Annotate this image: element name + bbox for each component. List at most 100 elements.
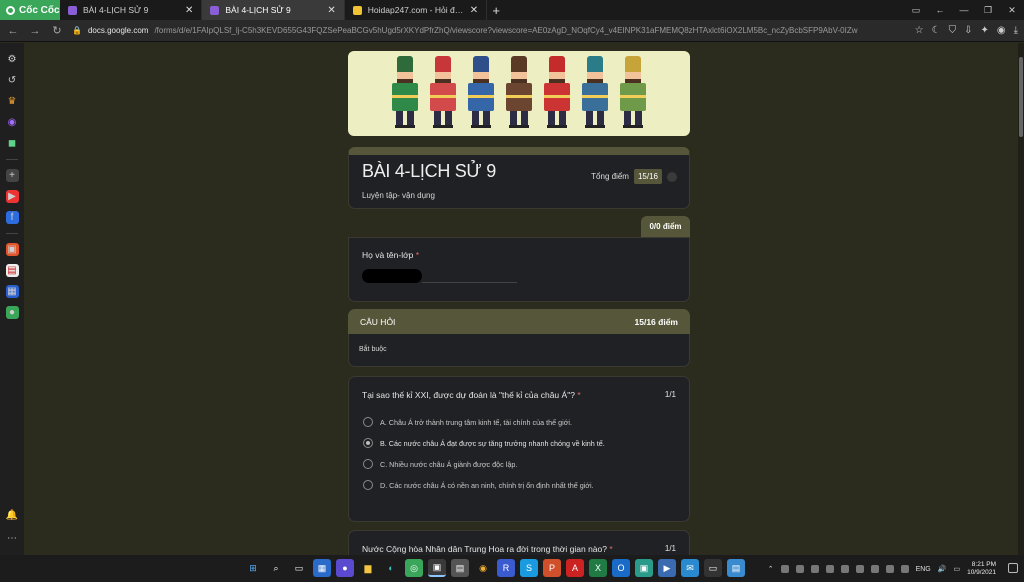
- youtube-icon[interactable]: ▶: [5, 190, 19, 203]
- tray-app-icon[interactable]: [855, 565, 864, 573]
- start-windows-icon[interactable]: ⊞: [244, 559, 262, 577]
- edge-icon[interactable]: ◐: [382, 559, 400, 577]
- option-d[interactable]: D. Các nước châu Á có nền an ninh, chính…: [363, 480, 676, 490]
- address-bar: ← → ↻ 🔒 docs.google.com/forms/d/e/1FAIpQ…: [0, 20, 1024, 42]
- radio-button[interactable]: [363, 459, 373, 469]
- media-icon[interactable]: ▶: [658, 559, 676, 577]
- tab-2[interactable]: BÀI 4-LỊCH SỬ 9 ✕: [202, 0, 345, 20]
- name-question-text: Họ và tên-lớp: [362, 250, 414, 260]
- section-header: CÂU HỎI 15/16 điểm: [348, 309, 690, 334]
- shield-icon[interactable]: ⛉: [949, 25, 957, 36]
- minimize-button[interactable]: —: [952, 5, 976, 15]
- vtv-app-icon[interactable]: ▤: [5, 264, 19, 277]
- tray-app-icon[interactable]: [885, 565, 894, 573]
- tab-3[interactable]: Hoidap247.com - Hỏi đáp bài ✕: [345, 0, 488, 20]
- widgets-icon[interactable]: ▦: [313, 559, 331, 577]
- radio-button[interactable]: [363, 417, 373, 427]
- terminal-icon[interactable]: ▭: [704, 559, 722, 577]
- new-tab-button[interactable]: +: [487, 3, 505, 18]
- screenshot-icon[interactable]: ▭: [904, 5, 928, 16]
- tray-app-icon[interactable]: [780, 565, 789, 573]
- outlook-icon[interactable]: O: [612, 559, 630, 577]
- tray-app-icon[interactable]: [825, 565, 834, 573]
- photos-icon[interactable]: ▣: [635, 559, 653, 577]
- download-video-icon[interactable]: ⇩: [964, 25, 972, 36]
- notification-bell-icon[interactable]: 🔔: [6, 509, 19, 522]
- option-label: D. Các nước châu Á có nền an ninh, chính…: [380, 480, 594, 490]
- game-controller-icon[interactable]: ◼: [6, 137, 19, 150]
- nutcracker-soldier-illustration: [506, 56, 532, 132]
- news-app-icon[interactable]: ▣: [5, 243, 19, 256]
- url-field[interactable]: 🔒 docs.google.com/forms/d/e/1FAIpQLSf_lj…: [72, 23, 907, 39]
- chat-icon[interactable]: ●: [336, 559, 354, 577]
- notepad-icon[interactable]: ▤: [727, 559, 745, 577]
- reload-button[interactable]: ↻: [50, 24, 64, 38]
- dictionary-app-icon[interactable]: ▦: [5, 285, 19, 298]
- back-button[interactable]: ←: [6, 24, 20, 38]
- task-view-icon[interactable]: ▭: [290, 559, 308, 577]
- required-mark: *: [577, 390, 581, 400]
- volume-icon[interactable]: 🔊: [938, 565, 947, 573]
- tray-app-icon[interactable]: [810, 565, 819, 573]
- maximize-button[interactable]: ❐: [976, 5, 1000, 16]
- option-a[interactable]: A. Châu Á trở thành trung tâm kinh tế, t…: [363, 417, 676, 427]
- tray-overflow-icon[interactable]: ⌃: [768, 565, 774, 573]
- dark-mode-icon[interactable]: ☾: [932, 25, 941, 36]
- sidebar-bottom: 🔔 ⋯: [6, 509, 19, 545]
- messenger-icon[interactable]: ◉: [6, 116, 19, 129]
- nutcracker-soldier-illustration: [392, 56, 418, 132]
- profile-avatar-icon[interactable]: ◉: [997, 25, 1006, 36]
- crown-icon[interactable]: ♛: [6, 95, 19, 108]
- calculator-icon[interactable]: ▤: [451, 559, 469, 577]
- tray-app-icon[interactable]: [840, 565, 849, 573]
- facebook-icon[interactable]: f: [5, 211, 19, 224]
- history-icon[interactable]: ↺: [6, 74, 19, 87]
- close-tab-icon[interactable]: ✕: [327, 5, 335, 16]
- sidebar-divider: [6, 159, 18, 160]
- close-tab-icon[interactable]: ✕: [470, 5, 478, 16]
- question-card-1: Tại sao thế kỉ XXI, được dự đoán là "thế…: [348, 376, 690, 522]
- settings-gear-icon[interactable]: ⚙: [6, 53, 19, 66]
- pdf-icon[interactable]: A: [566, 559, 584, 577]
- radio-button-selected[interactable]: [363, 438, 373, 448]
- radio-button[interactable]: [363, 480, 373, 490]
- store-icon[interactable]: R: [497, 559, 515, 577]
- excel-icon[interactable]: X: [589, 559, 607, 577]
- mail-icon[interactable]: ✉: [681, 559, 699, 577]
- notification-center-icon[interactable]: [1008, 563, 1018, 573]
- option-c[interactable]: C. Nhiều nước châu Á giành được độc lập.: [363, 459, 676, 469]
- downloads-icon[interactable]: ⤓: [1014, 25, 1018, 36]
- search-icon[interactable]: ⌕: [267, 559, 285, 577]
- close-window-button[interactable]: ✕: [1000, 5, 1024, 16]
- skype-icon[interactable]: S: [520, 559, 538, 577]
- form-page: BÀI 4-LỊCH SỬ 9 Luyện tập- vận dụng Tổng…: [24, 43, 1018, 555]
- page-scrollbar[interactable]: [1018, 43, 1024, 555]
- extensions-icon[interactable]: ✦: [980, 25, 988, 36]
- help-icon[interactable]: [667, 171, 677, 182]
- more-options-icon[interactable]: ⋯: [6, 532, 19, 545]
- bookmark-star-icon[interactable]: ☆: [915, 25, 924, 36]
- tray-app-icon[interactable]: [900, 565, 909, 573]
- coccoc-active-icon[interactable]: ▣: [428, 559, 446, 577]
- keyboard-language[interactable]: ENG: [916, 566, 931, 573]
- powerpoint-icon[interactable]: P: [543, 559, 561, 577]
- battery-icon[interactable]: ▭: [953, 565, 960, 573]
- option-b[interactable]: B. Các nước châu Á đạt được sự tăng trưở…: [363, 438, 676, 448]
- tray-app-icon[interactable]: [795, 565, 804, 573]
- taskbar-clock[interactable]: 8:21 PM 10/9/2021: [967, 561, 996, 577]
- scrollbar-thumb[interactable]: [1019, 57, 1023, 137]
- option-label: A. Châu Á trở thành trung tâm kinh tế, t…: [380, 417, 573, 427]
- tray-app-icon[interactable]: [870, 565, 879, 573]
- map-app-icon[interactable]: ●: [5, 306, 19, 319]
- file-explorer-icon[interactable]: ▆: [359, 559, 377, 577]
- forward-button[interactable]: →: [28, 24, 42, 38]
- close-tab-icon[interactable]: ✕: [185, 5, 193, 16]
- chrome-icon[interactable]: ◉: [474, 559, 492, 577]
- back-arrow-icon[interactable]: ←: [928, 5, 952, 15]
- tab-1[interactable]: BÀI 4-LỊCH SỬ 9 ✕: [60, 0, 203, 20]
- coccoc-taskbar-icon[interactable]: ◎: [405, 559, 423, 577]
- window-controls: ▭ ← — ❐ ✕: [904, 0, 1024, 20]
- coccoc-menu-button[interactable]: Cốc Cốc: [0, 0, 60, 20]
- add-shortcut-icon[interactable]: +: [5, 169, 19, 182]
- tab-strip: Cốc Cốc BÀI 4-LỊCH SỬ 9 ✕ BÀI 4-LỊCH SỬ …: [0, 0, 1024, 20]
